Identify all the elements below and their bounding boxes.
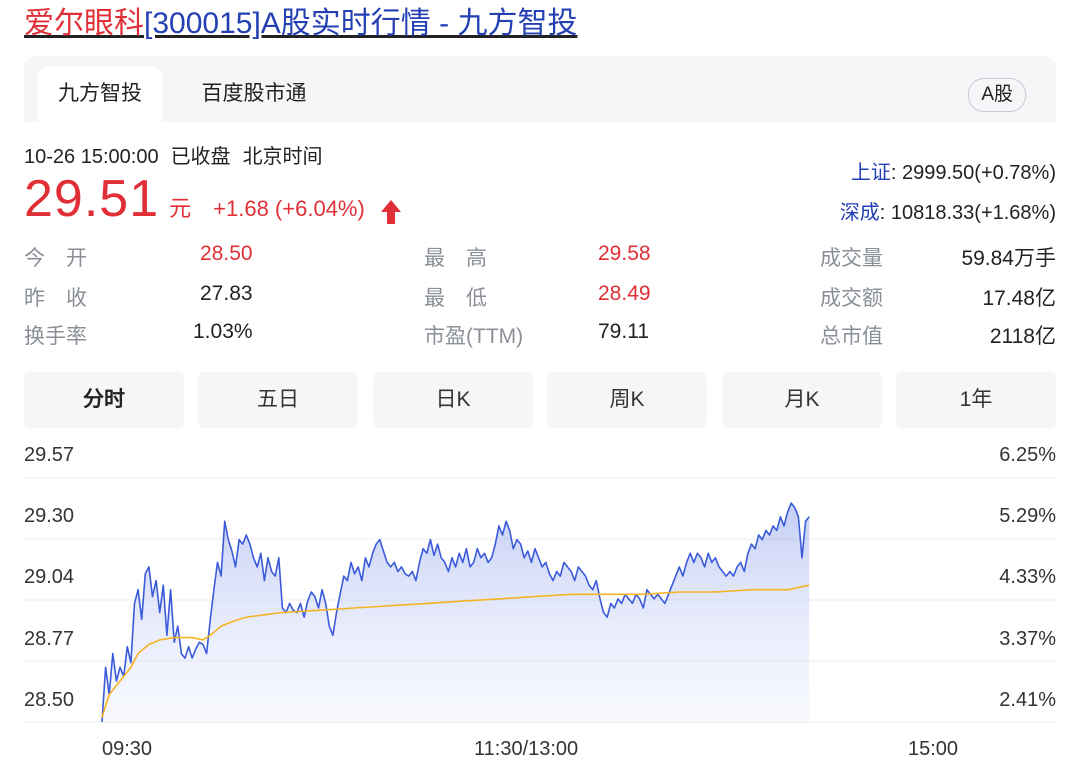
price-area [102, 503, 810, 722]
price-area-fill [102, 503, 810, 722]
intraday-chart[interactable] [0, 0, 1080, 766]
